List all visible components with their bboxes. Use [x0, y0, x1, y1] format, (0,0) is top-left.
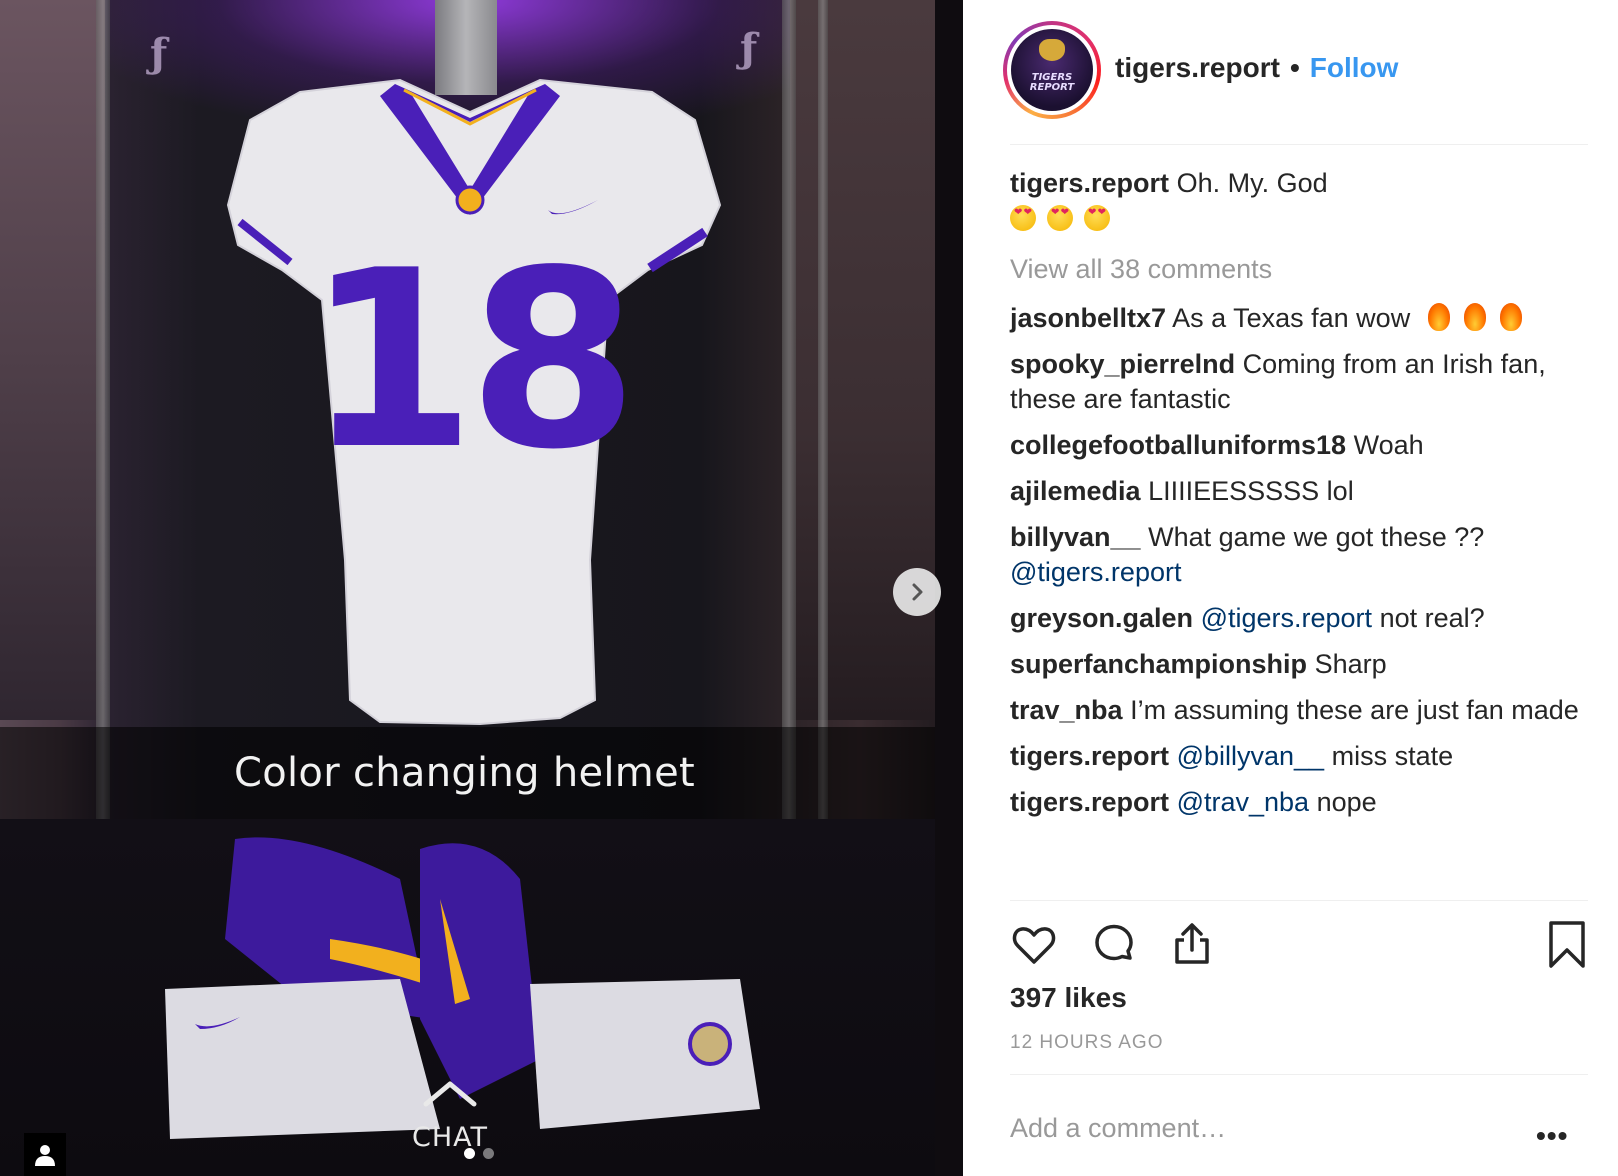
pants-left: [165, 979, 440, 1139]
comment-username[interactable]: collegefootballuniforms18: [1010, 430, 1346, 460]
chevron-right-icon: [912, 583, 923, 601]
comment-row: collegefootballuniforms18 Woah: [1010, 428, 1590, 463]
comment-text: nope: [1316, 787, 1377, 817]
comment-text: LIIIIEESSSSS lol: [1148, 476, 1354, 506]
comment-text: not real?: [1379, 603, 1485, 633]
fire-emoji-icon: [1499, 303, 1522, 331]
heart-icon[interactable]: [1010, 920, 1058, 968]
comment-row: superfanchampionship Sharp: [1010, 647, 1590, 682]
post-media[interactable]: ƒ ƒ 18 Color changing helmet CHAT: [0, 0, 963, 1176]
caption-username[interactable]: tigers.report: [1010, 168, 1169, 198]
share-icon[interactable]: [1168, 920, 1216, 968]
carousel-dot: [483, 1148, 494, 1159]
comment-text: What game we got these ??: [1148, 522, 1485, 552]
comment-text: Woah: [1353, 430, 1424, 460]
jersey-illustration: 18: [226, 78, 722, 726]
next-button[interactable]: [893, 568, 941, 616]
fire-emoji-icon: [1463, 303, 1486, 331]
comment-mention[interactable]: @billyvan__: [1177, 741, 1325, 771]
comment-username[interactable]: superfanchampionship: [1010, 649, 1307, 679]
comment-mention[interactable]: @tigers.report: [1201, 603, 1372, 633]
snap-caption: Color changing helmet: [234, 750, 695, 796]
avatar-logo-lettering: TIGERS REPORT: [1029, 72, 1075, 93]
comment-row: trav_nba I’m assuming these are just fan…: [1010, 693, 1590, 728]
more-options-button[interactable]: •••: [1536, 1120, 1568, 1152]
caption-text: Oh. My. God: [1176, 168, 1328, 198]
fire-emoji-icon: [1427, 303, 1450, 331]
add-comment-input[interactable]: Add a comment…: [1010, 1113, 1226, 1144]
carousel-indicator: [464, 1148, 494, 1159]
comment-row: tigers.report @trav_nba nope: [1010, 785, 1590, 820]
comment-text: As a Texas fan wow: [1172, 303, 1411, 333]
comment-username[interactable]: trav_nba: [1010, 695, 1123, 725]
header-separator: •: [1289, 52, 1300, 83]
post-header: TIGERS REPORT tigers.report • Follow: [963, 0, 1618, 144]
comment-mention[interactable]: @trav_nba: [1177, 787, 1309, 817]
comment-text: Sharp: [1314, 649, 1387, 679]
comment-text: I’m assuming these are just fan made: [1130, 695, 1579, 725]
cleat-right: [420, 843, 540, 1099]
header-username[interactable]: tigers.report: [1115, 52, 1280, 84]
jersey-number: 18: [306, 218, 631, 503]
comment-username[interactable]: tigers.report: [1010, 787, 1169, 817]
actions-divider: [1010, 900, 1588, 901]
avatar-story-ring[interactable]: TIGERS REPORT: [1003, 21, 1101, 119]
comment-username[interactable]: tigers.report: [1010, 741, 1169, 771]
comment-row: billyvan__ What game we got these ?? @ti…: [1010, 520, 1590, 590]
carousel-dot-active: [464, 1148, 475, 1159]
snap-caption-bar: Color changing helmet: [0, 727, 935, 819]
avatar: TIGERS REPORT: [1011, 29, 1093, 111]
heart-eyes-emoji-icon: [1010, 205, 1036, 231]
pants-logo: [688, 1022, 732, 1066]
comment-row: tigers.report @billyvan__ miss state: [1010, 739, 1590, 774]
tiger-logo-icon: [1039, 39, 1065, 61]
person-icon[interactable]: [24, 1133, 66, 1176]
comment-bubble-icon[interactable]: [1090, 920, 1138, 968]
header-divider: [1010, 144, 1588, 145]
comment-username[interactable]: greyson.galen: [1010, 603, 1193, 633]
comment-mention[interactable]: @tigers.report: [1010, 557, 1181, 587]
person-glyph: [35, 1144, 55, 1166]
post-details-panel: TIGERS REPORT tigers.report • Follow tige…: [963, 0, 1618, 1176]
view-all-comments-link[interactable]: View all 38 comments: [1010, 252, 1590, 287]
heart-eyes-emoji-icon: [1084, 205, 1110, 231]
comment-row: ajilemedia LIIIIEESSSSS lol: [1010, 474, 1590, 509]
comment-row: greyson.galen @tigers.report not real?: [1010, 601, 1590, 636]
comment-username[interactable]: jasonbelltx7: [1010, 303, 1166, 333]
bookmark-icon[interactable]: [1546, 920, 1588, 970]
action-bar: [1010, 920, 1588, 980]
heart-eyes-emoji-icon: [1047, 205, 1073, 231]
comment-row: jasonbelltx7 As a Texas fan wow: [1010, 301, 1590, 336]
header-user-line: tigers.report • Follow: [1115, 52, 1398, 84]
comment-row: spooky_pierrelnd Coming from an Irish fa…: [1010, 347, 1590, 417]
comments-section: tigers.report Oh. My. God View all 38 co…: [1010, 166, 1590, 831]
chevron-up-icon: [423, 1081, 477, 1107]
comment-text: miss state: [1331, 741, 1454, 771]
comment-username[interactable]: ajilemedia: [1010, 476, 1141, 506]
likes-count[interactable]: 397 likes: [1010, 982, 1127, 1014]
post-photo: ƒ ƒ 18 Color changing helmet CHAT: [0, 0, 935, 1176]
comment-input-divider: [1010, 1074, 1588, 1075]
comment-username[interactable]: spooky_pierrelnd: [1010, 349, 1235, 379]
jersey-logo: [455, 185, 485, 215]
follow-button[interactable]: Follow: [1310, 52, 1399, 84]
comment-username[interactable]: billyvan__: [1010, 522, 1141, 552]
caption-row: tigers.report Oh. My. God: [1010, 166, 1590, 236]
post-timestamp[interactable]: 12 HOURS AGO: [1010, 1032, 1164, 1054]
